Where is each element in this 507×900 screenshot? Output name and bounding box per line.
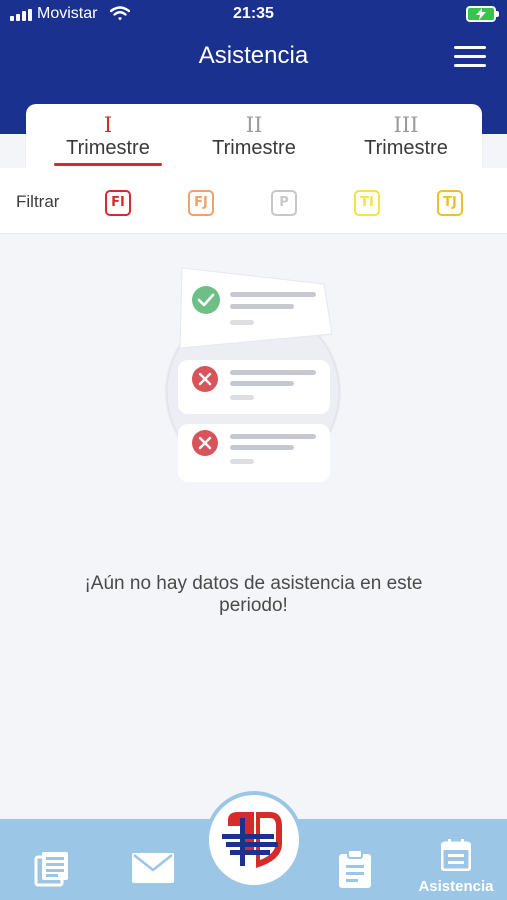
filter-chip-p[interactable]: P <box>271 190 297 216</box>
school-logo-button[interactable] <box>205 791 303 889</box>
battery-icon <box>466 6 499 22</box>
filter-bar: Filtrar FI FJ P TI TJ <box>0 168 507 234</box>
filter-chip-fj[interactable]: FJ <box>188 190 214 216</box>
active-tab-indicator <box>54 163 162 166</box>
filter-chip-fi[interactable]: FI <box>105 190 131 216</box>
clipboard-icon[interactable] <box>337 849 373 889</box>
tab-numeral: III <box>393 113 419 137</box>
status-time: 21:35 <box>233 5 274 22</box>
page-title: Asistencia <box>198 42 309 69</box>
tab-label: Trimestre <box>364 137 448 159</box>
tab-trimestre-2[interactable]: II Trimestre <box>178 104 330 168</box>
mail-icon[interactable] <box>132 853 174 883</box>
tab-trimestre-1[interactable]: I Trimestre <box>32 104 184 168</box>
tab-numeral: II <box>245 113 263 137</box>
status-bar: Movistar 21:35 <box>0 0 507 30</box>
nav-label-asistencia[interactable]: Asistencia <box>411 878 501 895</box>
empty-attendance-illustration <box>165 267 341 482</box>
hamburger-menu-icon[interactable] <box>454 46 486 68</box>
tab-label: Trimestre <box>66 137 150 159</box>
calendar-icon[interactable] <box>441 839 471 871</box>
tab-numeral: I <box>103 113 113 137</box>
filter-chip-ti[interactable]: TI <box>354 190 380 216</box>
tab-trimestre-3[interactable]: III Trimestre <box>330 104 482 168</box>
news-icon[interactable] <box>34 851 70 887</box>
filter-chip-tj[interactable]: TJ <box>437 190 463 216</box>
filter-label: Filtrar <box>16 192 60 211</box>
trimester-tabs: I Trimestre II Trimestre III Trimestre <box>26 104 482 168</box>
tab-label: Trimestre <box>212 137 296 159</box>
empty-state-message: ¡Aún no hay datos de asistencia en este … <box>84 573 423 616</box>
school-logo-icon <box>222 812 282 868</box>
